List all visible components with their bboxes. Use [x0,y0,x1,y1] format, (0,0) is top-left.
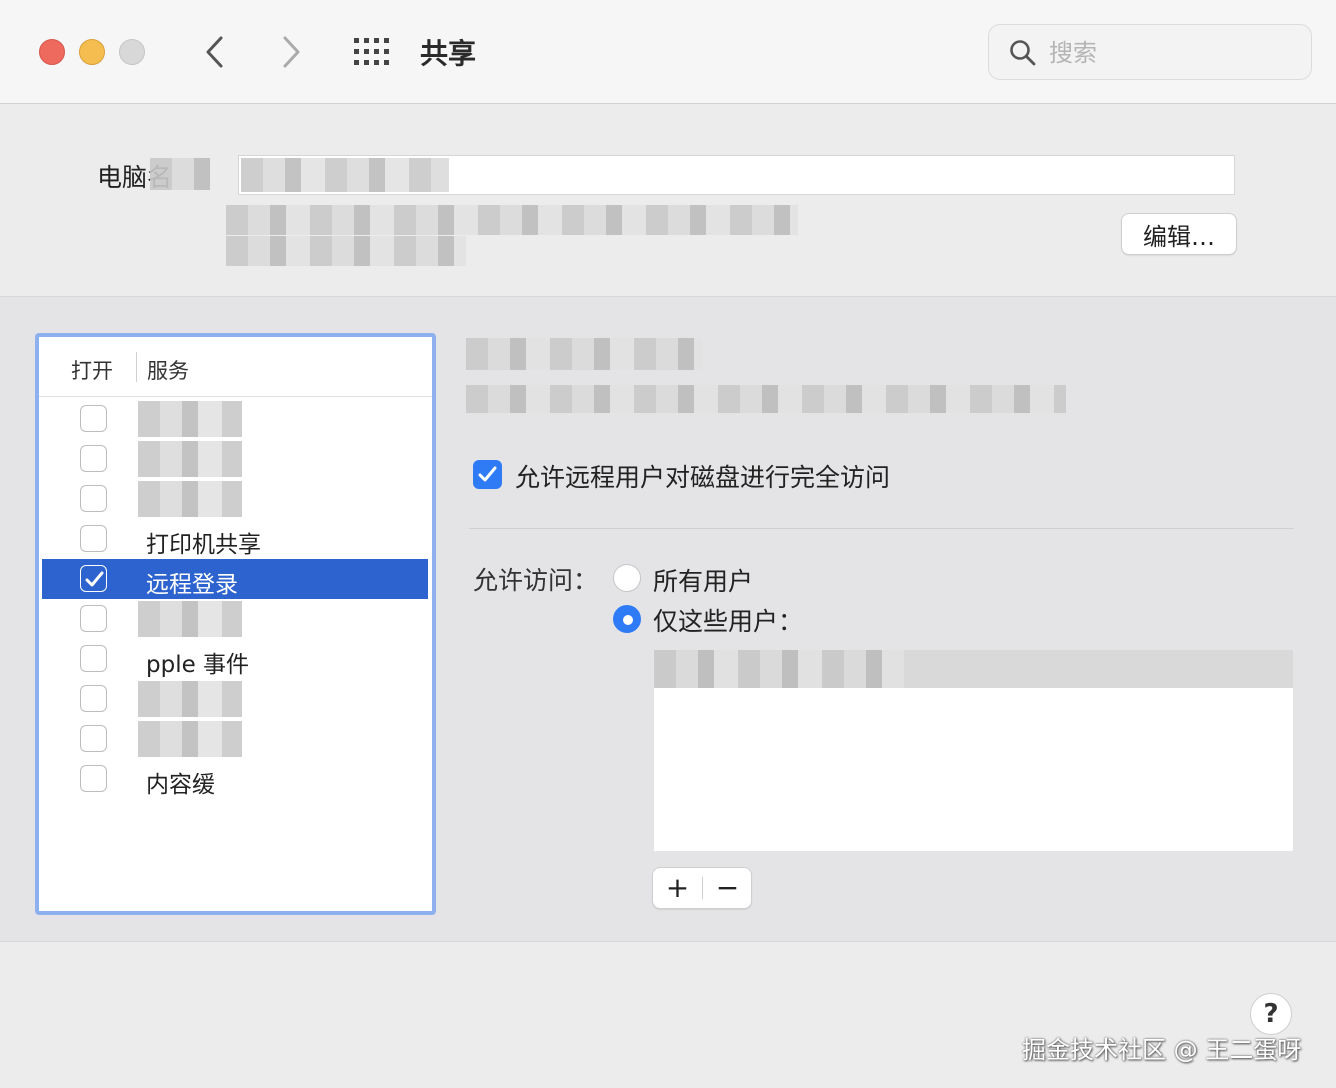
chevron-right-icon [283,36,300,68]
redacted-region [226,236,466,266]
only-these-users-radio[interactable] [613,605,641,633]
service-row[interactable]: 远程登录 [42,559,428,599]
allowed-users-list[interactable] [654,650,1293,851]
redacted-region [226,205,798,235]
search-field[interactable] [988,24,1312,80]
service-label: 内容缓 [146,772,215,798]
grid-icon [354,38,389,65]
only-these-users-label[interactable]: 仅这些用户： [653,602,803,638]
list-item[interactable] [654,650,1293,688]
service-label: pple 事件 [146,652,250,678]
column-divider [136,352,137,382]
service-checkbox[interactable] [80,445,107,472]
column-header-service[interactable]: 服务 [147,355,189,385]
redacted-region [150,158,210,190]
service-checkbox[interactable] [80,765,107,792]
service-row[interactable] [42,719,428,759]
all-users-radio[interactable] [613,564,641,592]
services-list-header: 打开 服务 [39,337,432,397]
service-label: 打印机共享 [146,532,261,558]
back-button[interactable] [196,30,236,74]
service-row[interactable] [42,479,428,519]
add-remove-control: + − [652,867,752,909]
service-label: 远程登录 [146,572,238,598]
redacted-region [138,601,242,637]
service-checkbox[interactable] [80,565,107,592]
watermark: 掘金技术社区 @ 王二蛋呀 [1022,1036,1302,1064]
checkmark-icon [478,466,497,482]
column-header-on[interactable]: 打开 [71,355,113,385]
all-users-label[interactable]: 所有用户 [653,562,753,598]
service-checkbox[interactable] [80,645,107,672]
computer-name-section [0,105,1336,296]
full-disk-access-label: 允许远程用户对磁盘进行完全访问 [515,463,891,492]
footer-area [0,942,1336,1088]
redacted-region [466,385,1066,413]
services-list[interactable]: 打开 服务 打印机共享远程登录 pple 事件 内容缓 [35,333,436,915]
edit-button[interactable]: 编辑… [1121,213,1237,255]
checkmark-icon [85,571,104,587]
redacted-region [138,401,242,437]
service-row[interactable] [42,599,428,639]
forward-button[interactable] [270,30,310,74]
remove-user-button[interactable]: − [703,868,752,908]
add-user-button[interactable]: + [653,868,702,908]
allow-access-label: 允许访问： [473,566,599,595]
service-row[interactable]: pple 事件 [42,639,428,679]
search-input[interactable] [1049,35,1289,71]
service-checkbox[interactable] [80,405,107,432]
redacted-region [138,721,242,757]
full-disk-access-checkbox[interactable] [473,460,502,489]
zoom-window-button[interactable] [119,39,145,65]
minimize-window-button[interactable] [79,39,105,65]
redacted-region [654,650,904,688]
service-checkbox[interactable] [80,685,107,712]
service-checkbox[interactable] [80,605,107,632]
help-button[interactable]: ? [1250,993,1292,1035]
service-row[interactable] [42,679,428,719]
chevron-left-icon [206,36,223,68]
computer-name-input[interactable] [238,155,1235,195]
redacted-region [138,441,242,477]
window-title: 共享 [420,37,477,70]
redacted-region [138,681,242,717]
redacted-region [466,338,702,370]
service-row[interactable] [42,399,428,439]
search-icon [1010,40,1036,66]
service-checkbox[interactable] [80,485,107,512]
redacted-region [241,158,449,192]
divider [469,528,1294,529]
show-all-button[interactable] [350,34,394,70]
service-checkbox[interactable] [80,725,107,752]
service-row[interactable]: 打印机共享 [42,519,428,559]
service-checkbox[interactable] [80,525,107,552]
redacted-region [138,481,242,517]
title-bar: 共享 [0,0,1336,104]
service-row[interactable]: 内容缓 [42,759,428,799]
close-window-button[interactable] [39,39,65,65]
service-row[interactable] [42,439,428,479]
